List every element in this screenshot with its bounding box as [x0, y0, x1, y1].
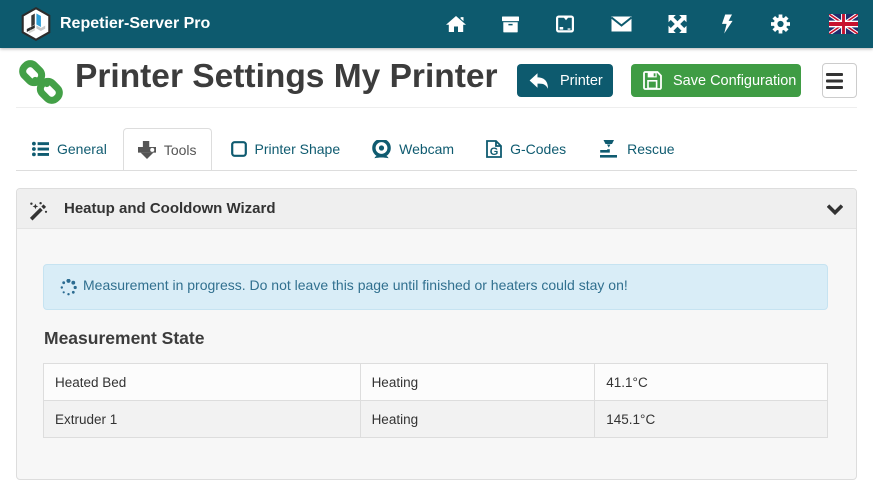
- svg-text:G: G: [490, 146, 499, 158]
